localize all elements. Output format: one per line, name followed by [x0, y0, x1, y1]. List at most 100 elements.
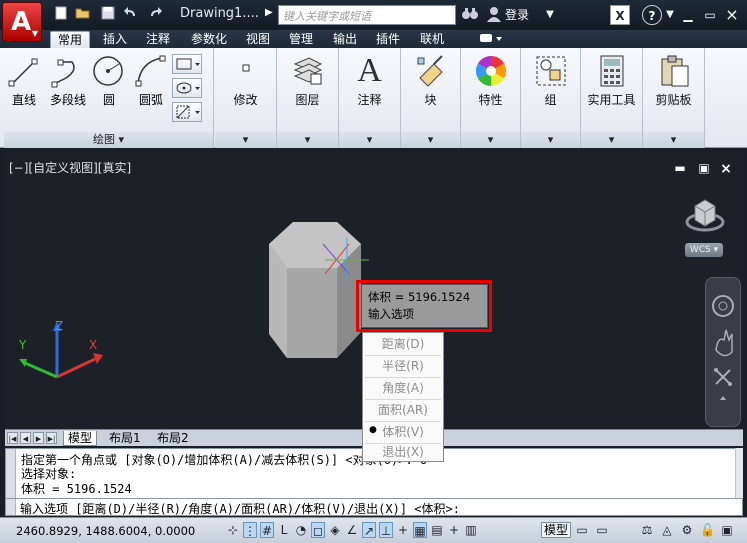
block-dropdown-icon[interactable]: ▾	[401, 132, 460, 148]
lineweight-icon[interactable]: +	[396, 522, 410, 538]
menu-item-area[interactable]: 面积(AR)	[363, 399, 443, 421]
block-panel[interactable]: 块 ▾	[401, 48, 461, 148]
modify-panel[interactable]: 修改 ▾	[215, 48, 277, 148]
line-icon[interactable]	[6, 56, 40, 92]
tab-plugins[interactable]: 插件	[370, 31, 406, 48]
first-tab-icon[interactable]: |◀	[7, 432, 18, 444]
line-label[interactable]: 直线	[4, 91, 44, 108]
help-dropdown-icon[interactable]: ▼	[660, 5, 680, 25]
command-input[interactable]: 输入选项 [距离(D)/半径(R)/角度(A)/面积(AR)/体积(V)/退出(…	[5, 498, 743, 516]
polar-tracking-icon[interactable]: ◔	[294, 522, 308, 538]
selection-cycling-icon[interactable]: +	[447, 522, 461, 538]
infer-constraints-icon[interactable]: ⊹	[226, 522, 240, 538]
chevron-right-icon[interactable]: ▶	[265, 7, 273, 18]
login-dropdown-icon[interactable]: ▼	[540, 5, 560, 25]
workspace-icon[interactable]: ⚙	[680, 522, 694, 538]
groups-dropdown-icon[interactable]: ▾	[521, 132, 580, 148]
tab-output[interactable]: 输出	[327, 31, 363, 48]
tab-online[interactable]: 联机	[414, 31, 450, 48]
arc-label[interactable]: 圆弧	[132, 91, 170, 108]
save-icon[interactable]	[99, 6, 117, 22]
viewcube-icon[interactable]	[685, 192, 725, 239]
redo-icon[interactable]	[146, 6, 164, 22]
properties-panel[interactable]: 特性 ▾	[461, 48, 521, 148]
tab-home[interactable]: 常用	[50, 31, 90, 48]
login-link[interactable]: 登录	[505, 6, 529, 23]
model-space-button[interactable]: 模型	[541, 522, 572, 538]
last-tab-icon[interactable]: ▶|	[46, 432, 57, 444]
properties-dropdown-icon[interactable]: ▾	[461, 132, 520, 148]
search-input[interactable]: 键入关键字或短语	[278, 5, 456, 25]
next-tab-icon[interactable]: ▶	[33, 432, 44, 444]
ortho-mode-icon[interactable]: L	[277, 522, 291, 538]
3d-osnap-icon[interactable]: ◈	[328, 522, 342, 538]
minimize-icon[interactable]: ▁	[678, 5, 698, 25]
annotation-monitor-icon[interactable]: ▥	[464, 522, 478, 538]
tab-layout2[interactable]: 布局2	[153, 431, 193, 446]
lock-icon[interactable]: 🔓	[700, 522, 715, 538]
undo-icon[interactable]	[122, 6, 140, 22]
groups-panel[interactable]: 组 ▾	[521, 48, 581, 148]
menu-item-exit[interactable]: 退出(X)	[363, 441, 443, 463]
clipboard-panel[interactable]: 剪贴板 ▾	[643, 48, 705, 148]
close-icon[interactable]: ×	[722, 5, 742, 25]
annotation-scale-icon[interactable]: ⚖	[640, 522, 654, 538]
draw-panel-title[interactable]: 绘图 ▾	[4, 132, 213, 148]
menu-item-volume[interactable]: 体积(V)	[363, 421, 443, 443]
tab-parametric[interactable]: 参数化	[184, 31, 234, 48]
menu-item-distance[interactable]: 距离(D)	[363, 333, 443, 355]
annotation-panel[interactable]: A 注释 ▾	[339, 48, 401, 148]
layers-dropdown-icon[interactable]: ▾	[277, 132, 338, 148]
arc-icon[interactable]	[134, 54, 168, 90]
object-snap-tracking-icon[interactable]: ∠	[345, 522, 359, 538]
hatch-tool-button[interactable]	[172, 78, 202, 98]
tab-insert[interactable]: 插入	[97, 31, 133, 48]
tab-annotate[interactable]: 注释	[140, 31, 176, 48]
transparency-icon[interactable]: ▦	[413, 522, 427, 538]
circle-label[interactable]: 圆	[92, 91, 126, 108]
ribbon-minimize-button[interactable]	[474, 31, 506, 48]
tab-view[interactable]: 视图	[240, 31, 276, 48]
annotation-dropdown-icon[interactable]: ▾	[339, 132, 400, 148]
menu-item-radius[interactable]: 半径(R)	[363, 355, 443, 377]
utilities-panel[interactable]: 实用工具 ▾	[581, 48, 643, 148]
layers-panel[interactable]: 图层 ▾	[277, 48, 339, 148]
annotation-visibility-icon[interactable]: ◬	[660, 522, 674, 538]
help-icon[interactable]: ?	[642, 5, 662, 25]
binoculars-icon[interactable]	[461, 6, 479, 24]
status-bar: 2460.8929, 1488.6004, 0.0000 ⊹ ⋮ # L ◔ ◻…	[0, 517, 747, 543]
exchange-apps-icon[interactable]: X	[610, 5, 630, 25]
quick-properties-icon[interactable]: ▤	[430, 522, 444, 538]
command-scrollbar[interactable]	[735, 448, 743, 498]
polyline-icon[interactable]	[50, 56, 84, 92]
viewport-minimize-icon[interactable]: ▬	[673, 161, 687, 175]
circle-icon[interactable]	[91, 54, 125, 90]
clipboard-dropdown-icon[interactable]: ▾	[643, 132, 704, 148]
clean-screen-icon[interactable]: ▣	[720, 522, 734, 538]
application-menu-button[interactable]: A ▼	[2, 2, 42, 42]
viewport-restore-icon[interactable]: ▣	[697, 161, 711, 175]
viewport-controls-label[interactable]: [−][自定义视图][真实]	[9, 159, 131, 176]
dynamic-ucs-icon[interactable]: ↗	[362, 522, 376, 538]
wcs-menu-button[interactable]: WCS ▾	[685, 243, 723, 257]
new-file-icon[interactable]	[52, 6, 70, 22]
grid-display-icon[interactable]: #	[260, 522, 274, 538]
open-folder-icon[interactable]	[74, 6, 92, 22]
rectangle-tool-button[interactable]	[172, 54, 202, 74]
polyline-label[interactable]: 多段线	[46, 91, 90, 108]
tab-layout1[interactable]: 布局1	[105, 431, 145, 446]
tab-model[interactable]: 模型	[63, 431, 98, 446]
restore-icon[interactable]: ▭	[700, 5, 720, 25]
modify-dropdown-icon[interactable]: ▾	[215, 132, 276, 148]
tab-manage[interactable]: 管理	[283, 31, 319, 48]
snap-mode-icon[interactable]: ⋮	[243, 522, 257, 538]
prev-tab-icon[interactable]: ◀	[20, 432, 31, 444]
menu-item-angle[interactable]: 角度(A)	[363, 377, 443, 399]
utilities-dropdown-icon[interactable]: ▾	[581, 132, 642, 148]
viewport-close-icon[interactable]: ×	[719, 161, 733, 177]
quick-view-drawings-icon[interactable]: ▭	[595, 522, 609, 538]
object-snap-icon[interactable]: ◻	[311, 522, 325, 538]
dynamic-input-icon[interactable]: ⊥	[379, 522, 393, 538]
boundary-tool-button[interactable]	[172, 102, 202, 122]
quick-view-layouts-icon[interactable]: ▭	[575, 522, 589, 538]
